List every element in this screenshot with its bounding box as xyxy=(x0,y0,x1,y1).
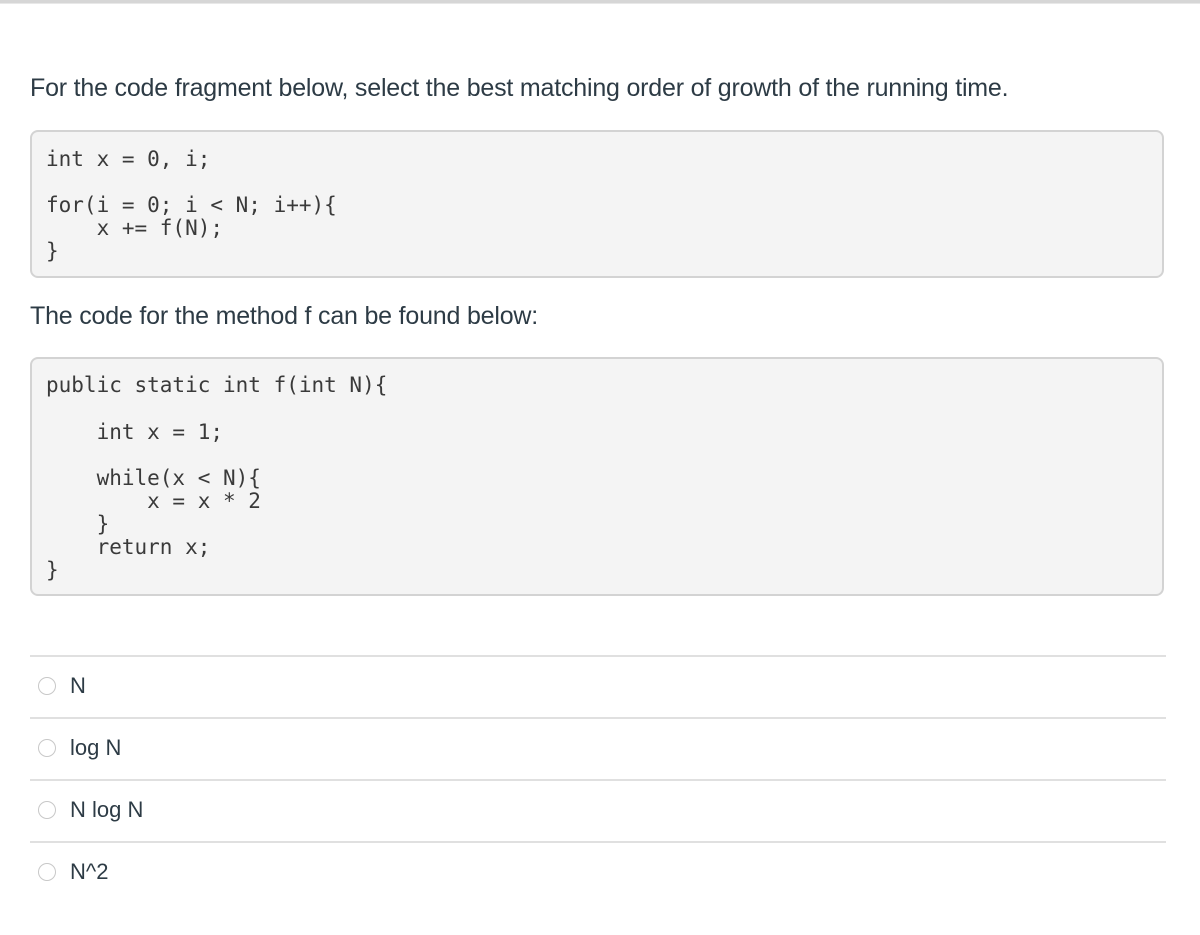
code-line: return x; xyxy=(46,535,211,559)
answer-option-n[interactable]: N xyxy=(38,666,86,706)
answer-label: N log N xyxy=(70,797,144,822)
radio-button[interactable] xyxy=(38,801,56,819)
code-line: x += f(N); xyxy=(46,216,224,240)
answer-label: N xyxy=(70,673,86,698)
answer-option-log-n[interactable]: log N xyxy=(38,728,121,768)
answer-option-n-squared[interactable]: N^2 xyxy=(38,852,108,892)
answer-option-n-log-n[interactable]: N log N xyxy=(38,790,143,830)
answer-divider xyxy=(30,841,1166,843)
code-line: int x = 1; xyxy=(46,420,224,444)
code-line: } xyxy=(46,558,59,582)
code-line: } xyxy=(46,512,110,536)
radio-button[interactable] xyxy=(38,677,56,695)
code-line: } xyxy=(46,239,59,263)
code-fragment-block: int x = 0, i; for(i = 0; i < N; i++){ x … xyxy=(30,130,1164,278)
radio-button[interactable] xyxy=(38,863,56,881)
code-line: int x = 0, i; xyxy=(46,147,211,171)
code-line: x = x * 2 xyxy=(46,489,261,513)
top-border xyxy=(0,0,1200,4)
method-code-block: public static int f(int N){ int x = 1; w… xyxy=(30,357,1164,596)
answer-label: N^2 xyxy=(70,859,109,884)
question-prompt: For the code fragment below, select the … xyxy=(30,74,1009,102)
radio-button[interactable] xyxy=(38,739,56,757)
answer-divider xyxy=(30,655,1166,657)
code-line: while(x < N){ xyxy=(46,466,261,490)
answer-divider xyxy=(30,779,1166,781)
answer-divider xyxy=(30,717,1166,719)
code-line: public static int f(int N){ xyxy=(46,373,388,397)
method-intro-text: The code for the method f can be found b… xyxy=(30,302,539,330)
code-line: for(i = 0; i < N; i++){ xyxy=(46,193,337,217)
answer-label: log N xyxy=(70,735,122,760)
